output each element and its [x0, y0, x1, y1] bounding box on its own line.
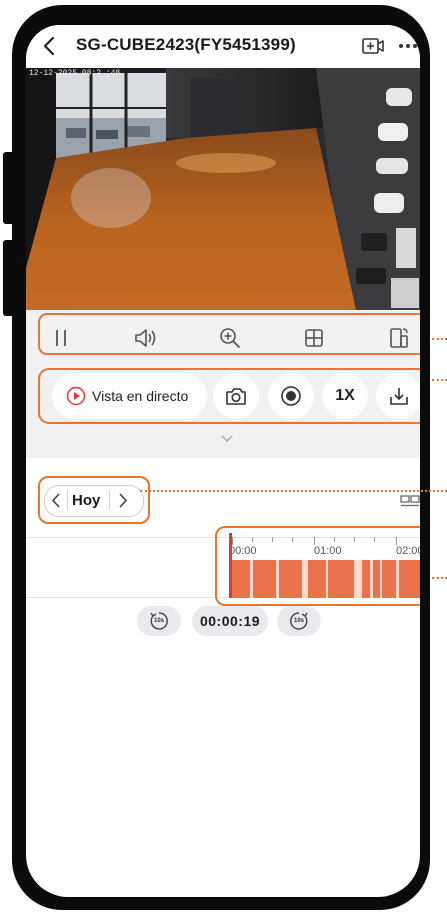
- page-title: SG-CUBE2423(FY5451399): [76, 35, 296, 54]
- play-circle-icon: [66, 386, 86, 406]
- rewind-label: 10s: [153, 618, 164, 624]
- pause-button[interactable]: [46, 324, 76, 352]
- callout-line: [432, 379, 447, 381]
- video-control-bar: [26, 310, 420, 366]
- add-camera-button[interactable]: [361, 35, 385, 57]
- zoom-in-icon: [220, 328, 240, 348]
- playback-time: 00:00:19: [199, 613, 261, 629]
- snapshot-button[interactable]: [213, 373, 259, 419]
- back-chevron-icon: [43, 36, 55, 56]
- chevron-right-icon: [118, 492, 127, 508]
- playback-time-display: 00:00:19: [192, 606, 268, 636]
- pause-icon: [56, 330, 66, 346]
- volume-up-button: [3, 152, 16, 224]
- fullscreen-rotate-button[interactable]: [384, 324, 414, 352]
- action-buttons-area: Vista en directo 1X: [26, 360, 420, 458]
- timeline-highlight: [215, 526, 420, 606]
- back-button[interactable]: [38, 34, 60, 58]
- next-day-button[interactable]: [113, 491, 131, 509]
- callout-line: [140, 490, 447, 492]
- forward-label: 10s: [293, 618, 304, 624]
- download-icon: [390, 388, 408, 405]
- rewind-10s-button[interactable]: 10s: [137, 606, 181, 636]
- previous-day-button[interactable]: [47, 491, 65, 509]
- zoom-in-button[interactable]: [215, 324, 245, 352]
- date-separator: [109, 490, 110, 510]
- camera-video-feed[interactable]: 12-12-2025 08:2 :48: [26, 68, 420, 310]
- expand-button[interactable]: [221, 430, 233, 448]
- app-screen: SG-CUBE2423(FY5451399) 12-12-2025 08:2:…: [26, 25, 420, 897]
- grid-layout-button[interactable]: [299, 324, 329, 352]
- chevron-left-icon: [51, 492, 60, 508]
- record-icon: [281, 386, 301, 406]
- live-view-label: Vista en directo: [92, 388, 189, 404]
- more-icon: [399, 44, 417, 48]
- speed-button[interactable]: 1X: [322, 373, 368, 419]
- chevron-down-icon: [221, 435, 233, 442]
- date-separator: [67, 490, 68, 510]
- add-camera-icon: [362, 38, 384, 54]
- more-button[interactable]: [397, 35, 419, 57]
- screen-rotate-icon: [390, 328, 408, 348]
- view-toggle-button[interactable]: [400, 494, 420, 512]
- audio-button[interactable]: [131, 324, 161, 352]
- speaker-icon: [135, 329, 156, 347]
- speed-label: 1X: [335, 387, 355, 404]
- record-button[interactable]: [268, 373, 314, 419]
- live-view-button[interactable]: Vista en directo: [52, 373, 207, 419]
- forward-10s-button[interactable]: 10s: [277, 606, 321, 636]
- video-timestamp-overlay: 12-12-2025 08:2 :48: [29, 69, 121, 78]
- callout-line: [432, 338, 447, 340]
- camera-scene-image: [26, 68, 420, 310]
- header-bar: SG-CUBE2423(FY5451399): [26, 25, 420, 67]
- volume-down-button: [3, 240, 16, 316]
- date-label: Hoy: [72, 492, 101, 509]
- grid-icon: [305, 329, 323, 347]
- camera-icon: [226, 388, 246, 405]
- download-button[interactable]: [376, 373, 420, 419]
- split-view-icon: [400, 495, 420, 507]
- callout-line: [432, 577, 447, 579]
